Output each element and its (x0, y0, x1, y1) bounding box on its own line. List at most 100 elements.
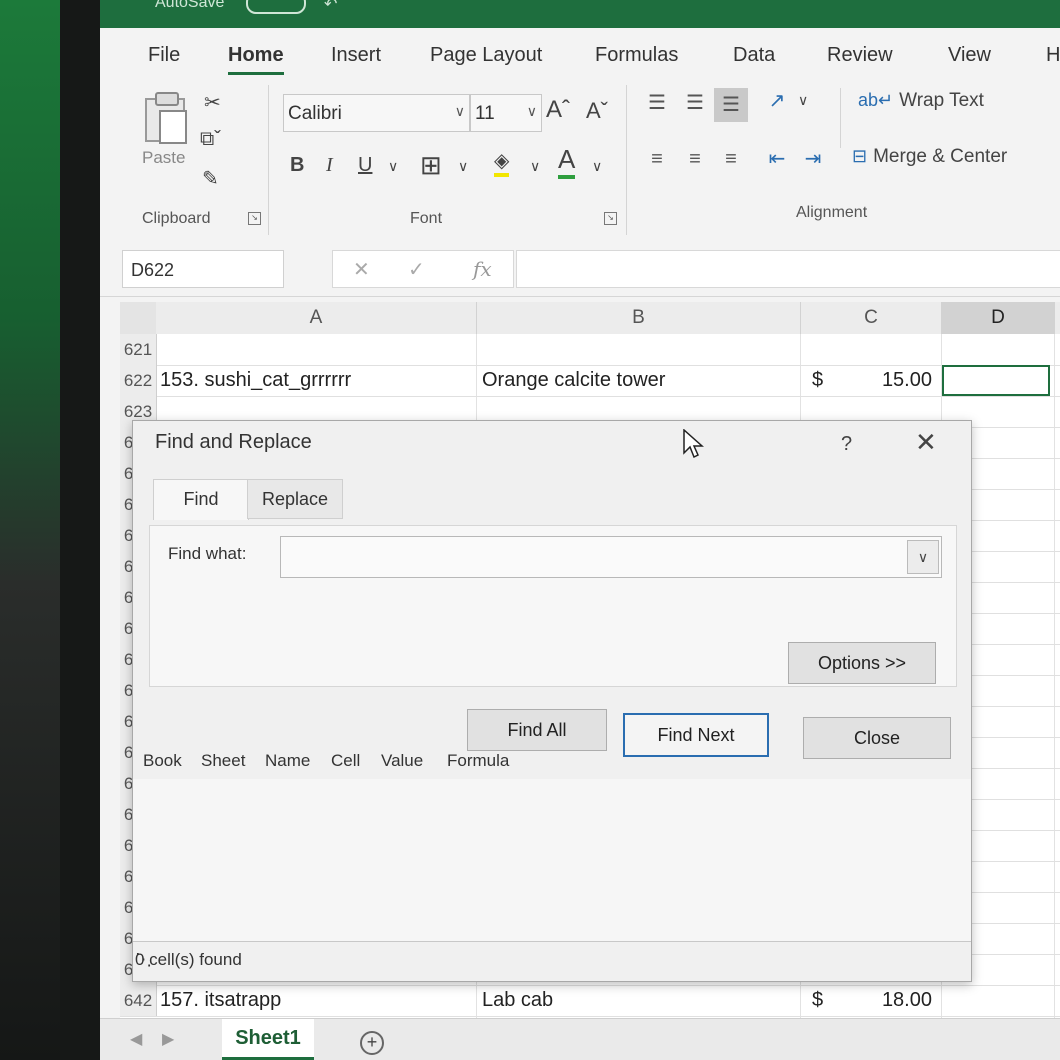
cell-c-value[interactable]: 18.00 (862, 985, 932, 1016)
decrease-indent-icon[interactable]: ⇤ (760, 142, 794, 176)
sheet-tab-bar: ◀ ▶ Sheet1 + (100, 1018, 1060, 1060)
align-center-icon[interactable]: ≡ (678, 142, 712, 176)
row-number[interactable]: 642 (120, 985, 157, 1016)
cell-b[interactable]: Lab cab (482, 985, 553, 1016)
find-what-input[interactable]: ∨ (280, 536, 942, 578)
tab-review[interactable]: Review (827, 44, 893, 67)
find-all-button[interactable]: Find All (467, 709, 607, 751)
close-icon[interactable]: ✕ (915, 429, 937, 455)
font-launcher-icon[interactable]: ↘ (604, 212, 617, 225)
formula-input[interactable] (516, 250, 1060, 288)
tab-home[interactable]: Home (228, 44, 284, 75)
row-number[interactable]: 621 (120, 334, 157, 365)
cell-c-value[interactable]: 15.00 (862, 365, 932, 396)
ribbon: Paste ✂ ⧉ˇ ✎ Clipboard ↘ Calibri ∨ 11 ∨ … (100, 80, 1060, 241)
prev-sheet-icon[interactable]: ◀ (130, 1029, 142, 1049)
tab-insert[interactable]: Insert (331, 44, 381, 67)
paste-button[interactable]: Paste (142, 148, 185, 168)
tab-replace[interactable]: Replace (247, 479, 343, 519)
name-box[interactable]: D622 (122, 250, 284, 288)
results-col-sheet[interactable]: Sheet (201, 751, 245, 771)
results-col-formula[interactable]: Formula (447, 751, 509, 771)
results-col-value[interactable]: Value (381, 751, 423, 771)
underline-button[interactable]: U (358, 154, 372, 177)
tab-help[interactable]: H (1046, 44, 1060, 67)
merge-center-label: Merge & Center (873, 146, 1008, 167)
cancel-icon[interactable]: ✕ (353, 257, 370, 282)
align-top-icon[interactable]: ☰ (640, 86, 674, 120)
excel-window: AutoSave ↶ File Home Insert Page Layout … (100, 0, 1060, 1060)
font-size-select[interactable]: 11 ∨ (470, 94, 542, 132)
clipboard-launcher-icon[interactable]: ↘ (248, 212, 261, 225)
selected-cell-d622[interactable] (942, 365, 1050, 396)
results-header: Book Sheet Name Cell Value Formula (133, 749, 971, 780)
autosave-toggle[interactable] (246, 0, 306, 14)
copy-icon[interactable]: ⧉ˇ (200, 128, 221, 151)
tab-file[interactable]: File (148, 44, 180, 67)
wrap-text-button[interactable]: ab↵ Wrap Text (858, 90, 984, 112)
enter-icon[interactable]: ✓ (408, 257, 425, 282)
cell-a[interactable]: 153. sushi_cat_grrrrrr (160, 365, 351, 396)
mouse-cursor-icon (683, 429, 704, 459)
add-sheet-button[interactable]: + (360, 1031, 384, 1055)
next-sheet-icon[interactable]: ▶ (162, 1029, 174, 1049)
align-right-icon[interactable]: ≡ (714, 142, 748, 176)
chevron-down-icon[interactable]: ∨ (592, 158, 602, 175)
results-col-book[interactable]: Book (143, 751, 182, 771)
column-header-b[interactable]: B (477, 302, 801, 334)
cell-c-currency[interactable]: $ (812, 365, 823, 396)
tab-formulas[interactable]: Formulas (595, 44, 678, 67)
find-what-label: Find what: (168, 544, 247, 563)
cell-c-currency[interactable]: $ (812, 985, 823, 1016)
column-headers: A B C D (120, 302, 1060, 337)
paste-icon[interactable] (145, 92, 187, 144)
options-button[interactable]: Options >> (788, 642, 936, 684)
font-name-select[interactable]: Calibri ∨ (283, 94, 470, 132)
column-header-d[interactable]: D (942, 302, 1055, 337)
shrink-font-button[interactable]: Aˇ (586, 98, 608, 124)
undo-icon[interactable]: ↶ (324, 0, 337, 14)
align-left-icon[interactable]: ≡ (640, 142, 674, 176)
wrap-text-icon: ab↵ (858, 90, 894, 110)
results-col-name[interactable]: Name (265, 751, 310, 771)
chevron-down-icon[interactable]: ∨ (798, 92, 808, 109)
help-button[interactable]: ? (841, 433, 852, 456)
tab-find[interactable]: Find (153, 479, 249, 520)
table-row: 642 157. itsatrapp Lab cab $18.00 (120, 985, 1060, 1017)
font-name-value: Calibri (288, 103, 342, 124)
tab-data[interactable]: Data (733, 44, 775, 67)
results-list[interactable] (133, 779, 971, 947)
cut-icon[interactable]: ✂ (204, 90, 221, 115)
chevron-down-icon[interactable]: ∨ (458, 158, 468, 175)
chevron-down-icon[interactable]: ∨ (388, 158, 398, 175)
cell-c-value[interactable] (862, 334, 932, 365)
row-number[interactable]: 622 (120, 365, 157, 396)
borders-icon[interactable]: ⊞ (420, 150, 442, 181)
increase-indent-icon[interactable]: ⇥ (796, 142, 830, 176)
bold-button[interactable]: B (290, 154, 304, 177)
grow-font-button[interactable]: Aˆ (546, 96, 570, 124)
chevron-down-icon[interactable]: ∨ (530, 158, 540, 175)
tab-view[interactable]: View (948, 44, 991, 67)
clipboard-group-label: Clipboard (142, 210, 211, 227)
tab-page-layout[interactable]: Page Layout (430, 44, 542, 67)
chevron-down-icon[interactable]: ∨ (907, 540, 939, 574)
align-middle-icon[interactable]: ☰ (678, 86, 712, 120)
align-bottom-icon[interactable]: ☰ (714, 88, 748, 122)
insert-function-button[interactable]: fx (473, 257, 492, 281)
select-all-corner[interactable] (120, 302, 156, 334)
fill-color-icon[interactable]: ◈ (494, 148, 510, 177)
cell-a[interactable]: 157. itsatrapp (160, 985, 281, 1016)
font-color-button[interactable]: A (558, 144, 576, 179)
results-col-cell[interactable]: Cell (331, 751, 360, 771)
cell-b[interactable]: Orange calcite tower (482, 365, 665, 396)
sheet-tab-sheet1[interactable]: Sheet1 (222, 1019, 314, 1060)
merge-center-button[interactable]: ⊟ Merge & Center (852, 146, 1007, 168)
resize-grip-icon[interactable]: ⋱ (135, 950, 967, 976)
orientation-icon[interactable]: ↗ (760, 84, 794, 118)
column-header-a[interactable]: A (156, 302, 477, 334)
format-painter-icon[interactable]: ✎ (202, 166, 219, 191)
column-header-c[interactable]: C (801, 302, 942, 334)
italic-button[interactable]: I (326, 154, 333, 177)
table-row: 621 (120, 334, 1060, 366)
